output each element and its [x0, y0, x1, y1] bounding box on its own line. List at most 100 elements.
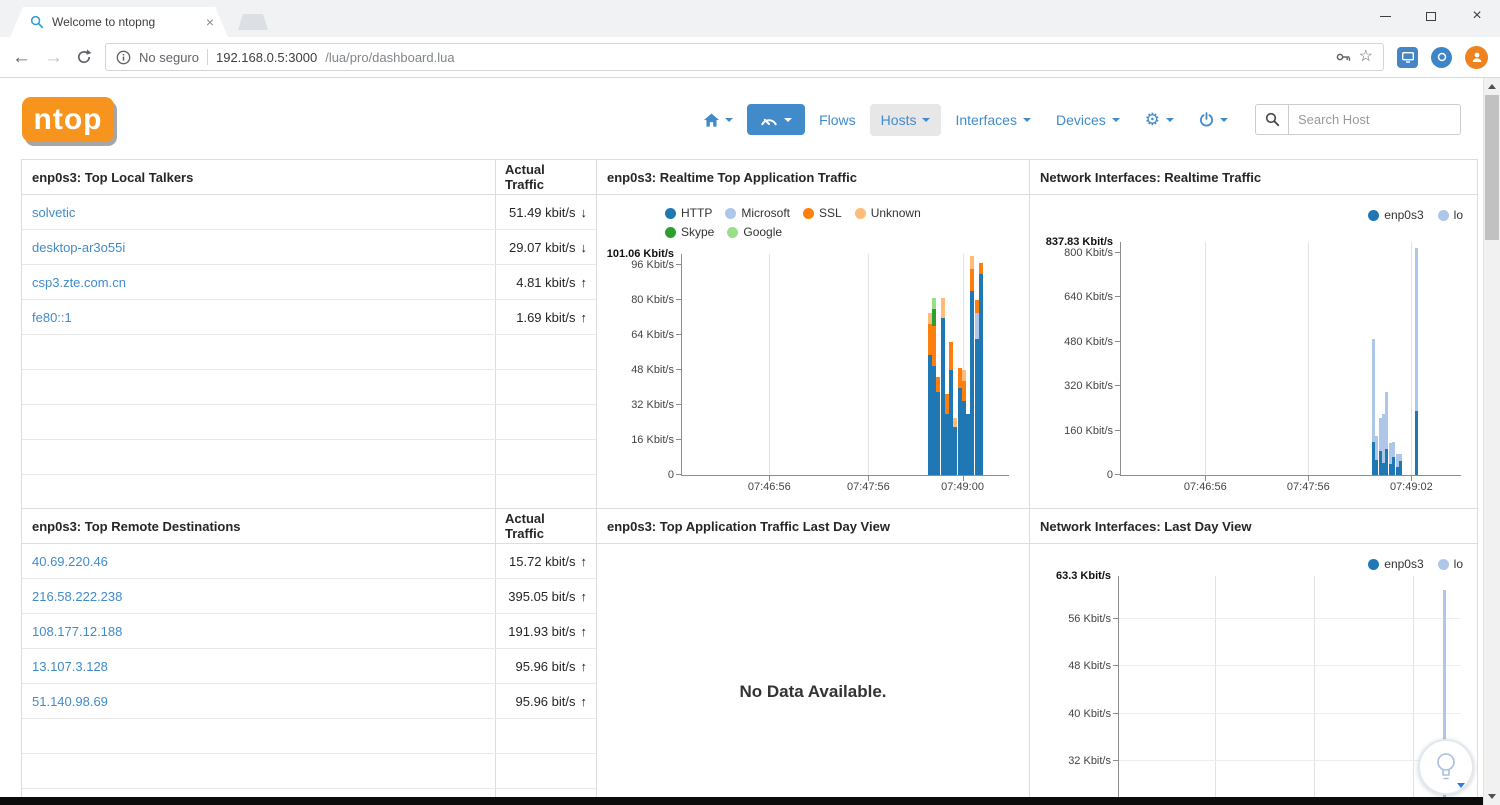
y-tick	[1113, 618, 1118, 620]
panel-header: enp0s3: Top Application Traffic Last Day…	[597, 509, 1029, 544]
host-link[interactable]: 40.69.220.46	[32, 554, 108, 569]
url-omnibox[interactable]: No seguro 192.168.0.5:3000 /lua/pro/dash…	[105, 43, 1384, 71]
browser-tab[interactable]: Welcome to ntopng ×	[10, 7, 228, 37]
realtime-app-chart: HTTP Microsoft SSL Unknown Skype Google 07:46:…	[597, 196, 1029, 508]
chevron-down-icon	[1166, 117, 1174, 122]
maximize-button[interactable]	[1408, 0, 1454, 32]
chevron-down-icon	[1022, 117, 1031, 122]
browser-profile-avatar[interactable]	[1465, 45, 1488, 69]
y-tick	[676, 264, 681, 266]
search-icon[interactable]	[1256, 105, 1289, 134]
legend-item[interactable]: Google	[727, 225, 782, 239]
chart-bar	[1414, 242, 1418, 475]
legend-item[interactable]: Skype	[665, 225, 714, 239]
bar-segment	[978, 273, 983, 475]
legend-item[interactable]: enp0s3	[1368, 557, 1424, 571]
x-tick-label: 07:47:56	[1286, 481, 1330, 493]
scrollbar-down-icon[interactable]	[1488, 794, 1496, 799]
extension-monitor-icon[interactable]	[1397, 46, 1418, 68]
y-tick	[1115, 474, 1120, 475]
legend-item[interactable]: SSL	[803, 206, 842, 220]
legend-item[interactable]: lo	[1437, 208, 1463, 222]
y-tick	[676, 369, 681, 371]
help-lightbulb-button[interactable]	[1418, 739, 1474, 795]
y-tick	[1113, 665, 1118, 667]
y-tick	[1115, 429, 1120, 431]
host-link[interactable]: 108.177.12.188	[32, 624, 122, 639]
y-tick	[676, 404, 681, 406]
gridline-vertical	[1413, 576, 1415, 805]
maximize-icon	[1426, 11, 1436, 21]
legend-dot	[803, 207, 815, 219]
traffic-up-icon: ↑	[580, 693, 588, 709]
legend-item[interactable]: enp0s3	[1368, 208, 1424, 222]
bookmark-star-icon[interactable]: ☆	[1359, 49, 1373, 65]
nav-home-dropdown[interactable]	[693, 105, 744, 135]
minimize-button[interactable]	[1362, 0, 1408, 32]
host-cell: solvetic	[22, 195, 496, 229]
legend-item[interactable]: Microsoft	[725, 206, 790, 220]
nav-interfaces-dropdown[interactable]: Interfaces	[944, 104, 1041, 136]
gridline-vertical	[769, 254, 771, 475]
scrollbar-thumb[interactable]	[1485, 95, 1499, 240]
host-link[interactable]: desktop-ar3o55i	[32, 240, 125, 255]
y-tick-label: 320 Kbit/s	[1064, 380, 1113, 393]
traffic-down-icon: ↓	[580, 204, 588, 220]
y-tick-label: 32 Kbit/s	[631, 399, 674, 412]
host-cell: 13.107.3.128	[22, 649, 496, 683]
nav-settings-dropdown[interactable]: ⚙	[1134, 103, 1185, 136]
traffic-value: 95.96 bit/s	[515, 658, 576, 674]
close-button[interactable]: ×	[1454, 0, 1500, 32]
host-link[interactable]: solvetic	[32, 205, 75, 220]
host-link[interactable]: 13.107.3.128	[32, 659, 108, 674]
legend-dot	[727, 226, 739, 238]
host-link[interactable]: 51.140.98.69	[32, 694, 108, 709]
legend-item[interactable]: lo	[1437, 557, 1463, 571]
y-tick-label: 160 Kbit/s	[1064, 424, 1113, 437]
nav-power-dropdown[interactable]	[1188, 104, 1239, 135]
legend-item[interactable]: HTTP	[665, 206, 712, 220]
tab-favicon-magnifier-icon	[30, 15, 44, 29]
host-cell: 40.69.220.46	[22, 544, 496, 578]
security-label[interactable]: No seguro	[139, 50, 199, 65]
back-button[interactable]: ←	[12, 48, 31, 67]
info-icon[interactable]	[116, 50, 131, 65]
reload-button[interactable]	[76, 49, 92, 65]
scrollbar-up-icon[interactable]	[1488, 84, 1496, 89]
nav-hosts-dropdown[interactable]: Hosts	[869, 103, 942, 136]
page-scrollbar[interactable]	[1483, 78, 1500, 805]
url-divider	[206, 49, 208, 65]
realtime-interfaces-chart: enp0s3 lo 07:46:56 07:47:56 07:49:02 800 Kbit…	[1030, 196, 1477, 508]
y-tick-label: 0	[1106, 469, 1113, 481]
host-cell: csp3.zte.com.cn	[22, 265, 496, 299]
host-link[interactable]: 216.58.222.238	[32, 589, 122, 604]
traffic-value: 51.49 kbit/s	[509, 204, 576, 220]
minimize-icon	[1379, 15, 1391, 17]
host-link[interactable]: fe80::1	[32, 310, 72, 325]
chevron-down-icon	[922, 117, 931, 122]
legend-item[interactable]: Unknown	[854, 206, 921, 220]
local-talkers-table: solvetic 51.49 kbit/s ↓ desktop-ar3o55i 29.0…	[22, 195, 596, 510]
bar-segment	[1398, 454, 1402, 462]
ntop-logo[interactable]: ntop	[22, 97, 114, 142]
extension-circle-icon[interactable]	[1431, 46, 1452, 68]
page-content: ntop Flows Hosts Interfaces Devices ⚙ Se…	[0, 78, 1483, 805]
tab-close-icon[interactable]: ×	[206, 15, 214, 29]
search-input[interactable]	[1289, 112, 1460, 127]
legend-dot	[665, 226, 676, 238]
traffic-cell: 395.05 bit/s ↑	[496, 579, 596, 613]
gridline-vertical	[1411, 242, 1413, 475]
nav-dashboard-dropdown[interactable]	[747, 104, 806, 135]
chevron-down-icon	[725, 117, 734, 122]
host-search	[1255, 104, 1461, 135]
forward-button[interactable]: →	[44, 48, 63, 67]
host-link[interactable]: csp3.zte.com.cn	[32, 275, 126, 290]
nav-flows[interactable]: Flows	[808, 104, 867, 136]
nav-devices-dropdown[interactable]: Devices	[1045, 104, 1131, 136]
new-tab-button[interactable]	[238, 14, 268, 30]
chart-bar	[978, 254, 983, 475]
traffic-up-icon: ↑	[580, 274, 588, 290]
password-key-icon[interactable]	[1335, 49, 1351, 65]
table-row: 13.107.3.128 95.96 bit/s ↑	[22, 649, 596, 684]
top-bar: ntop Flows Hosts Interfaces Devices ⚙ Se…	[0, 78, 1483, 160]
